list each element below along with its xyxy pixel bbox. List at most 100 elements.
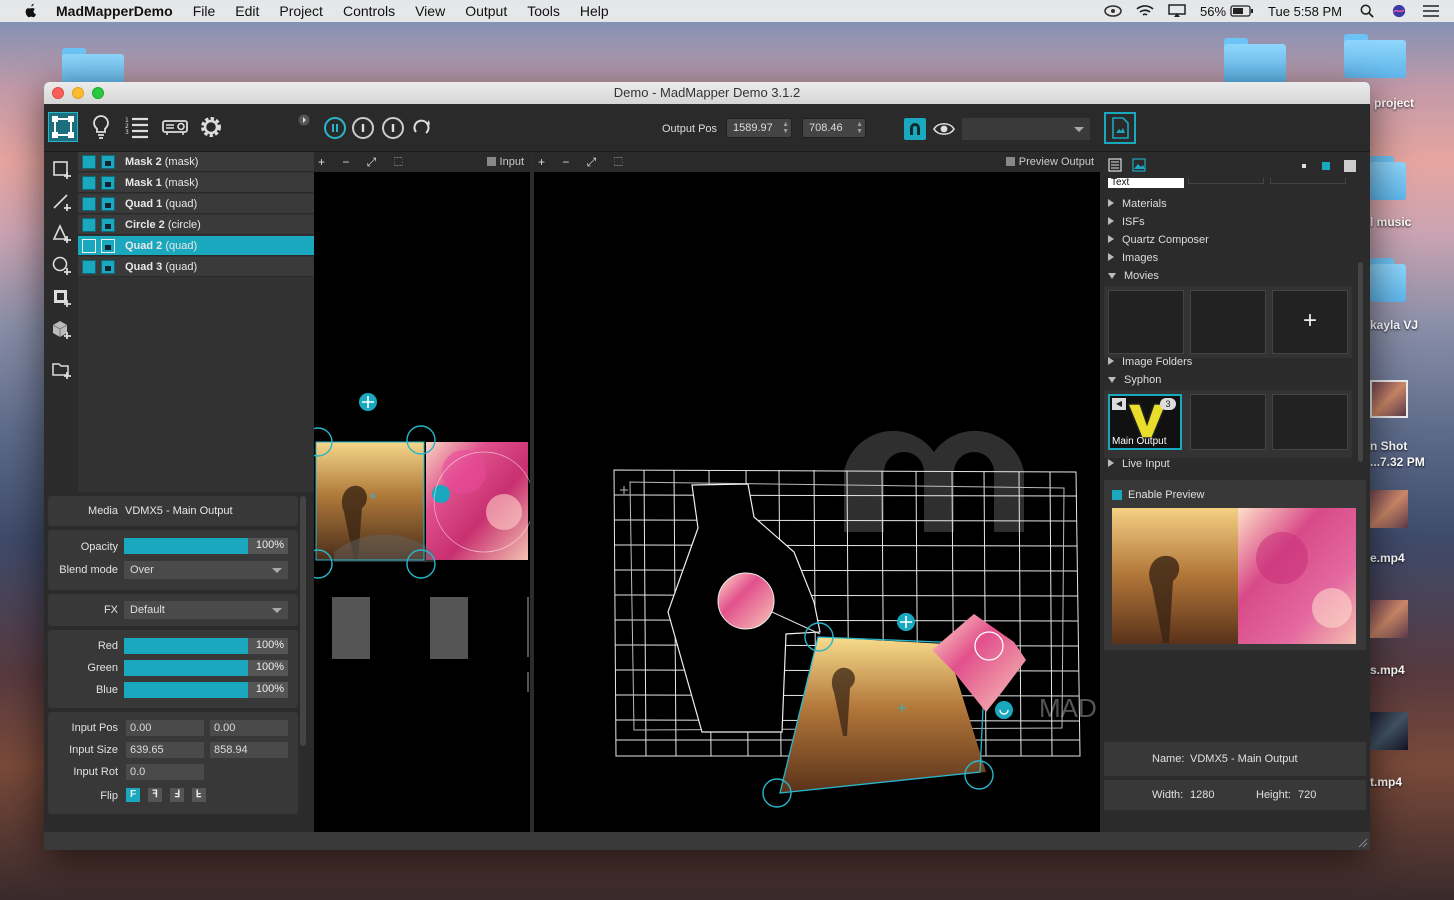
menu-project[interactable]: Project bbox=[279, 3, 323, 19]
category-movies[interactable]: Movies bbox=[1108, 270, 1159, 282]
menu-help[interactable]: Help bbox=[580, 3, 609, 19]
spotlight-search-icon[interactable] bbox=[1358, 4, 1376, 18]
add-mask-icon[interactable] bbox=[52, 288, 72, 308]
window-titlebar[interactable]: Demo - MadMapper Demo 3.1.2 bbox=[44, 82, 1370, 104]
lock-icon[interactable] bbox=[101, 259, 115, 274]
left-arrow-icon[interactable]: ◀ bbox=[1112, 398, 1126, 410]
red-slider[interactable]: 100% bbox=[124, 638, 288, 654]
media-slot[interactable] bbox=[1190, 290, 1266, 354]
desktop-label[interactable]: project bbox=[1374, 96, 1414, 110]
resize-grip-icon[interactable] bbox=[1356, 836, 1368, 848]
input-pos-y-field[interactable]: 0.00 bbox=[210, 720, 288, 736]
surfaces-mode-button[interactable] bbox=[48, 112, 78, 142]
media-slot[interactable] bbox=[1108, 290, 1184, 354]
category-materials[interactable]: Materials bbox=[1108, 198, 1167, 210]
fx-dropdown[interactable]: Default bbox=[124, 601, 288, 619]
visibility-toggle[interactable] bbox=[82, 196, 96, 211]
desktop-label[interactable]: kayla VJ bbox=[1370, 318, 1418, 332]
output-canvas[interactable]: MAD bbox=[534, 172, 1100, 832]
apple-icon[interactable] bbox=[20, 3, 42, 19]
loop-button[interactable] bbox=[411, 117, 433, 139]
airplay-icon[interactable] bbox=[1168, 4, 1186, 18]
desktop-label[interactable]: l music bbox=[1370, 215, 1411, 229]
desktop-label[interactable]: e.mp4 bbox=[1370, 551, 1405, 565]
visibility-toggle[interactable] bbox=[82, 175, 96, 190]
thumb-size-medium-button[interactable] bbox=[1322, 162, 1330, 170]
flip-none-button[interactable]: F bbox=[126, 788, 140, 802]
desktop-folder-icon[interactable] bbox=[1344, 34, 1406, 78]
search-field[interactable]: Text bbox=[1108, 178, 1184, 188]
output-select-dropdown[interactable] bbox=[962, 118, 1090, 140]
media-library-button[interactable] bbox=[1104, 112, 1136, 144]
syphon-source-main-output[interactable]: ◀ 3 Main Output bbox=[1108, 394, 1182, 450]
media-value[interactable]: VDMX5 - Main Output bbox=[125, 505, 233, 517]
visibility-toggle[interactable] bbox=[82, 217, 96, 232]
input-size-h-field[interactable]: 858.94 bbox=[210, 742, 288, 758]
zoom-tools[interactable]: + − ⤢ ⬚ bbox=[318, 155, 410, 170]
desktop-label[interactable]: t.mp4 bbox=[1370, 775, 1402, 789]
preview-output-checkbox[interactable] bbox=[1005, 157, 1015, 166]
list-item[interactable]: Circle 2 (circle) bbox=[78, 215, 314, 235]
stepper-arrows-icon[interactable]: ▲ ▼ bbox=[856, 121, 863, 135]
visibility-toggle[interactable] bbox=[82, 154, 96, 169]
list-item[interactable]: Mask 2 (mask) bbox=[78, 152, 314, 172]
step-button[interactable] bbox=[382, 117, 404, 139]
preview-eye-button[interactable] bbox=[932, 118, 956, 140]
input-checkbox[interactable] bbox=[486, 157, 496, 166]
desktop-movie-thumbnail[interactable] bbox=[1370, 600, 1408, 638]
thumb-size-small-button[interactable] bbox=[1302, 164, 1306, 168]
visibility-toggle[interactable] bbox=[82, 259, 96, 274]
category-syphon[interactable]: Syphon bbox=[1108, 374, 1161, 386]
zoom-tools[interactable]: + − ⤢ ⬚ bbox=[538, 155, 630, 170]
enable-preview-checkbox[interactable] bbox=[1112, 490, 1122, 500]
preferences-button[interactable] bbox=[196, 112, 226, 142]
desktop-folder-icon[interactable] bbox=[1370, 258, 1406, 302]
input-rot-field[interactable]: 0.0 bbox=[126, 764, 204, 780]
flip-vertical-button[interactable]: Ⅎ bbox=[170, 788, 184, 802]
desktop-label[interactable]: ...7.32 PM bbox=[1370, 455, 1425, 469]
input-canvas[interactable] bbox=[314, 172, 530, 832]
desktop-movie-thumbnail[interactable] bbox=[1370, 712, 1408, 750]
menu-controls[interactable]: Controls bbox=[343, 3, 395, 19]
output-pos-y-field[interactable]: 708.46 ▲ ▼ bbox=[802, 118, 866, 138]
input-viewport[interactable]: + − ⤢ ⬚ Input bbox=[314, 152, 530, 832]
lights-mode-button[interactable] bbox=[86, 112, 116, 142]
list-item[interactable]: Quad 2 (quad) bbox=[78, 236, 314, 256]
list-view-icon[interactable] bbox=[1108, 158, 1122, 172]
lock-icon[interactable] bbox=[101, 238, 115, 253]
visibility-toggle[interactable] bbox=[82, 238, 96, 253]
magnet-snap-button[interactable] bbox=[904, 118, 926, 140]
zoom-window-button[interactable] bbox=[92, 87, 104, 99]
app-name-menu[interactable]: MadMapperDemo bbox=[56, 3, 173, 19]
input-pos-x-field[interactable]: 0.00 bbox=[126, 720, 204, 736]
media-browser-scrollbar[interactable] bbox=[1358, 262, 1363, 462]
output-pos-x-field[interactable]: 1589.97 ▲ ▼ bbox=[726, 118, 792, 138]
add-3d-object-icon[interactable] bbox=[52, 320, 72, 340]
add-media-button[interactable]: + bbox=[1272, 290, 1348, 354]
list-item[interactable]: Mask 1 (mask) bbox=[78, 173, 314, 193]
category-isfs[interactable]: ISFs bbox=[1108, 216, 1145, 228]
add-triangle-icon[interactable] bbox=[52, 224, 72, 244]
desktop-folder-icon[interactable] bbox=[1370, 156, 1406, 200]
desktop-label[interactable]: n Shot bbox=[1370, 439, 1407, 453]
output-setup-button[interactable] bbox=[160, 112, 190, 142]
siri-icon[interactable] bbox=[1390, 4, 1408, 18]
add-quad-icon[interactable] bbox=[52, 160, 72, 180]
add-group-icon[interactable] bbox=[52, 360, 72, 380]
creative-cloud-icon[interactable] bbox=[1104, 4, 1122, 18]
green-slider[interactable]: 100% bbox=[124, 660, 288, 676]
blue-slider[interactable]: 100% bbox=[124, 682, 288, 698]
input-size-w-field[interactable]: 639.65 bbox=[126, 742, 204, 758]
cues-list-button[interactable]: 123 bbox=[122, 112, 152, 142]
stop-button[interactable] bbox=[352, 117, 374, 139]
close-window-button[interactable] bbox=[52, 87, 64, 99]
lock-icon[interactable] bbox=[101, 175, 115, 190]
menubar-clock[interactable]: Tue 5:58 PM bbox=[1268, 4, 1342, 19]
collapse-toolbar-icon[interactable] bbox=[298, 114, 310, 126]
pause-button[interactable] bbox=[324, 117, 346, 139]
add-circle-icon[interactable] bbox=[52, 256, 72, 276]
image-view-icon[interactable] bbox=[1132, 158, 1146, 172]
desktop-label[interactable]: s.mp4 bbox=[1370, 663, 1405, 677]
media-slot[interactable] bbox=[1272, 394, 1348, 450]
menu-tools[interactable]: Tools bbox=[527, 3, 560, 19]
